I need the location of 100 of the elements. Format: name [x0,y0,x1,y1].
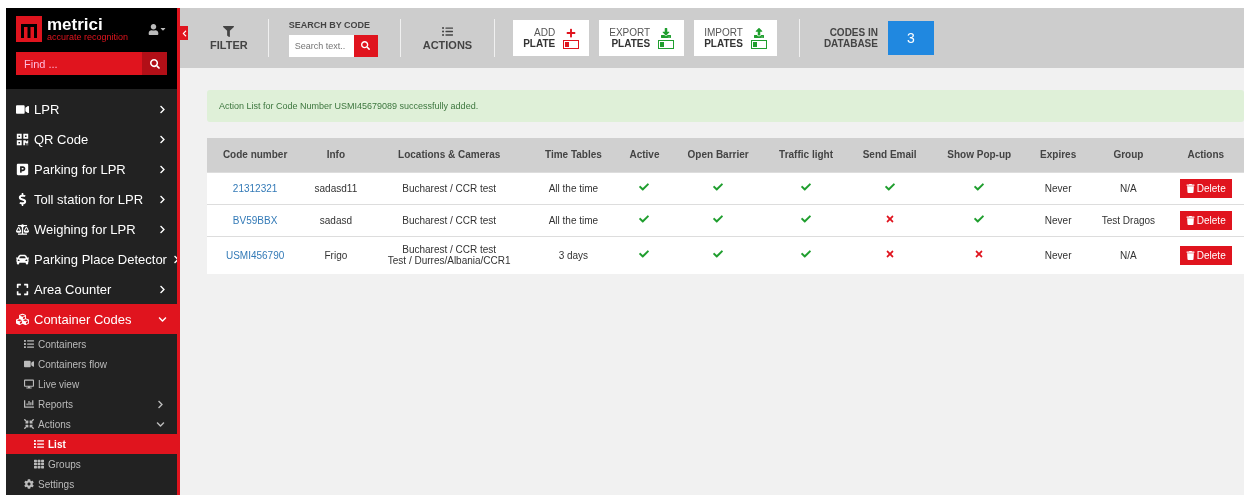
upload-icon [753,27,764,38]
column-header: Info [303,138,369,172]
codes-count: 3 [887,21,934,55]
table-cell-text: Bucharest / CCR test [401,182,498,194]
code-link[interactable]: USMI456790 [225,249,285,261]
cross-icon [884,249,895,260]
check-icon [974,182,985,192]
cross-icon [884,214,895,224]
menu-item[interactable]: List [6,434,177,454]
video-camera-icon [24,359,34,369]
grid-icon [34,459,44,469]
menu-item[interactable]: Actions [6,414,177,434]
search-label: SEARCH BY CODE [288,19,372,30]
column-header: Time Tables [529,138,617,172]
menu-item[interactable]: Weighing for LPR [6,214,177,244]
check-icon [639,249,650,260]
download-icon [661,27,672,38]
bar-chart-icon [24,399,34,409]
menu-item[interactable]: Area Counter [6,274,177,304]
search-button[interactable] [353,34,378,57]
menu-item[interactable]: Parking Place Detector [6,244,177,274]
monitor-icon [24,379,34,389]
table-cell: sadasd [303,204,369,236]
toggle-icon [750,39,767,49]
column-header: Show Pop-up [931,138,1027,172]
column-header: Open Barrier [672,138,765,172]
check-icon [801,182,812,192]
success-alert: Action List for Code Number USMI45679089 successfully added. [207,90,1244,122]
table-cell-text: Bucharest / CCR test [401,214,498,226]
actions-button[interactable]: ACTIONS [400,25,495,51]
delete-button[interactable]: Delete [1179,245,1232,265]
list-icon [441,25,453,37]
check-icon [884,182,895,192]
scale-icon [16,222,29,236]
search-button[interactable] [142,52,167,75]
dollar-icon [16,192,29,206]
delete-button[interactable]: Delete [1179,210,1232,230]
delete-button[interactable]: Delete [1179,178,1232,198]
menu-item[interactable]: Containers [6,334,177,354]
export-plates-button[interactable]: EXPORT PLATES [599,20,685,56]
check-icon [801,214,812,224]
menu-item[interactable]: QR Code [6,124,177,154]
table-cell-text: Bucharest / CCR test [401,244,498,256]
find-field[interactable]: Find ... [16,52,142,75]
menu-item[interactable]: Containers flow [6,354,177,374]
collapse-button[interactable] [180,26,188,40]
boxes-icon [16,312,29,326]
table-cell: All the time [529,204,617,236]
column-header: Traffic light [764,138,848,172]
menu-item[interactable]: Settings [6,474,177,494]
check-icon [974,214,985,224]
list-icon [24,339,34,349]
brand-name: metrici [47,16,103,33]
menu-item[interactable]: Container Codes [6,304,177,334]
import-plates-button[interactable]: IMPORT PLATES [694,20,777,56]
table-cell: All the time [529,172,617,204]
toggle-icon [563,39,580,49]
car-icon [16,252,29,266]
trash-icon [1185,215,1195,225]
trash-icon [1185,250,1195,260]
menu-item[interactable]: Live view [6,374,177,394]
column-header: Locations & Cameras [368,138,530,172]
logo-icon [16,16,42,42]
code-link[interactable]: 21312321 [232,182,278,194]
parking-icon [16,162,29,176]
check-icon [639,214,650,224]
check-icon [801,249,812,260]
table-cell: Frigo [303,236,369,274]
user-menu-icon[interactable] [148,23,167,35]
check-icon [713,182,724,192]
menu-item[interactable]: Toll station for LPR [6,184,177,214]
search-field[interactable]: Search text.. [288,34,354,57]
expand-icon [16,282,29,296]
menu-item[interactable]: Groups [6,454,177,474]
column-header: Active [616,138,672,172]
menu-item[interactable]: Reports [6,394,177,414]
table-cell: Never [1027,204,1090,236]
table-cell: sadasd11 [303,172,369,204]
table-cell: Never [1027,172,1090,204]
table-cell: N/A [1089,236,1168,274]
plus-icon [566,27,577,38]
check-icon [639,182,650,192]
add-plates-button[interactable]: ADD PLATE [513,20,590,56]
code-link[interactable]: BV59BBX [232,214,278,226]
table-cell-text: Test / Durres/Albania/CCR1 [386,255,512,267]
menu-item[interactable]: Parking for LPR [6,154,177,184]
codes-label: CODES IN DATABASE [822,26,879,50]
filter-button[interactable]: FILTER [188,25,268,51]
arrows-icon [24,419,34,429]
table-cell: Never [1027,236,1090,274]
list-icon [34,439,44,449]
column-header: Actions [1167,138,1244,172]
video-camera-icon [16,102,29,116]
settings-icon [24,479,34,489]
column-header: Code number [207,138,304,172]
search-icon [361,41,371,50]
cross-icon [974,249,985,260]
menu-item[interactable]: LPR [6,94,177,124]
table-cell: 3 days [529,236,617,274]
table-cell: Test Dragos [1089,204,1168,236]
